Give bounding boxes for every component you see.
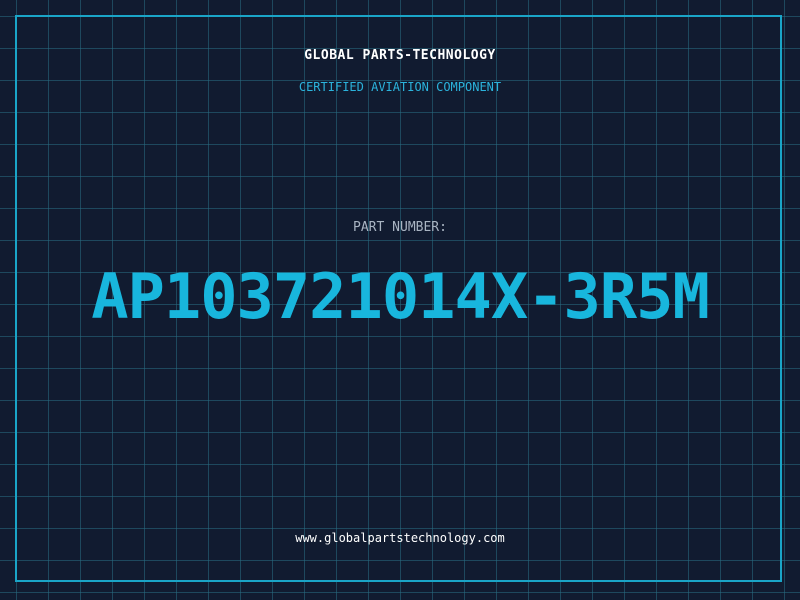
part-number-value: AP103721014X-3R5M [91,260,710,333]
website-url: www.globalpartstechnology.com [295,531,505,545]
part-number-label: PART NUMBER: [353,220,447,235]
subtitle: CERTIFIED AVIATION COMPONENT [298,80,502,94]
company-name: GLOBAL PARTS-TECHNOLOGY [304,48,496,63]
